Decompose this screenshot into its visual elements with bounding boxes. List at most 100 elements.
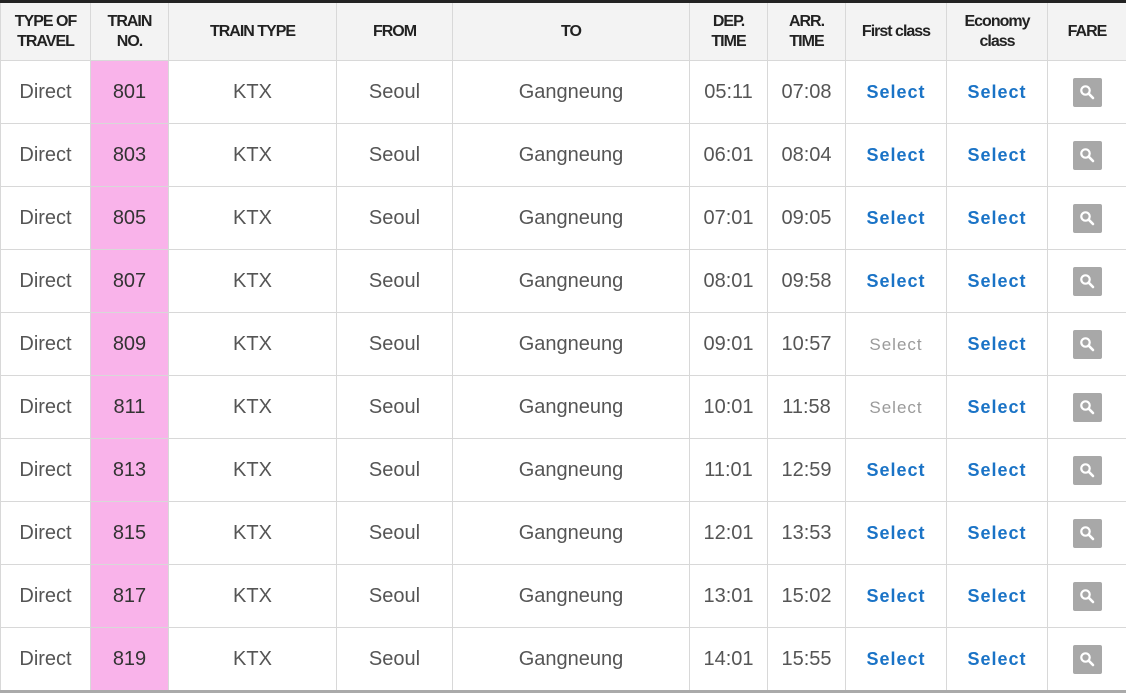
economy-class-select-button[interactable]: Select xyxy=(967,334,1026,355)
first-class-select-button: Select xyxy=(869,334,923,354)
train-no: 803 xyxy=(90,123,169,187)
fare-cell xyxy=(1047,501,1126,565)
fare-button[interactable] xyxy=(1072,140,1102,170)
first-class-select-button[interactable]: Select xyxy=(866,82,925,103)
dep-time: 05:11 xyxy=(689,60,768,124)
fare-cell xyxy=(1047,564,1126,628)
type-of-travel: Direct xyxy=(0,186,91,250)
to-station: Gangneung xyxy=(452,627,690,693)
col-first-class: First class xyxy=(845,1,947,61)
economy-class-select-button[interactable]: Select xyxy=(967,271,1026,292)
arr-time: 09:58 xyxy=(767,249,846,313)
fare-cell xyxy=(1047,60,1126,124)
from-station: Seoul xyxy=(336,186,453,250)
arr-time: 07:08 xyxy=(767,60,846,124)
from-station: Seoul xyxy=(336,249,453,313)
magnifier-icon xyxy=(1079,462,1094,477)
fare-button[interactable] xyxy=(1072,518,1102,548)
magnifier-icon xyxy=(1079,273,1094,288)
magnifier-icon xyxy=(1079,651,1094,666)
fare-cell xyxy=(1047,627,1126,693)
type-of-travel: Direct xyxy=(0,312,91,376)
from-station: Seoul xyxy=(336,627,453,693)
first-class-cell: Select xyxy=(845,249,947,313)
first-class-select-button[interactable]: Select xyxy=(866,649,925,670)
train-no: 819 xyxy=(90,627,169,693)
arr-time: 09:05 xyxy=(767,186,846,250)
train-no: 809 xyxy=(90,312,169,376)
first-class-select-button[interactable]: Select xyxy=(866,145,925,166)
to-station: Gangneung xyxy=(452,438,690,502)
first-class-select-button[interactable]: Select xyxy=(866,586,925,607)
fare-cell xyxy=(1047,123,1126,187)
economy-class-cell: Select xyxy=(946,186,1048,250)
fare-button[interactable] xyxy=(1072,329,1102,359)
first-class-select-button[interactable]: Select xyxy=(866,460,925,481)
fare-button[interactable] xyxy=(1072,266,1102,296)
economy-class-select-button[interactable]: Select xyxy=(967,460,1026,481)
fare-button[interactable] xyxy=(1072,392,1102,422)
dep-time: 11:01 xyxy=(689,438,768,502)
train-type: KTX xyxy=(168,438,337,502)
col-dep-time: DEP. TIME xyxy=(689,1,768,61)
economy-class-select-button[interactable]: Select xyxy=(967,208,1026,229)
first-class-cell: Select xyxy=(845,186,947,250)
from-station: Seoul xyxy=(336,438,453,502)
economy-class-cell: Select xyxy=(946,501,1048,565)
first-class-cell: Select xyxy=(845,375,947,439)
fare-cell xyxy=(1047,312,1126,376)
train-type: KTX xyxy=(168,312,337,376)
first-class-cell: Select xyxy=(845,501,947,565)
fare-button[interactable] xyxy=(1072,455,1102,485)
dep-time: 09:01 xyxy=(689,312,768,376)
fare-button[interactable] xyxy=(1072,203,1102,233)
fare-button[interactable] xyxy=(1072,581,1102,611)
dep-time: 13:01 xyxy=(689,564,768,628)
economy-class-cell: Select xyxy=(946,123,1048,187)
to-station: Gangneung xyxy=(452,564,690,628)
first-class-select-button[interactable]: Select xyxy=(866,271,925,292)
economy-class-select-button[interactable]: Select xyxy=(967,82,1026,103)
table-row: Direct 811 KTX Seoul Gangneung 10:01 11:58 Sele… xyxy=(0,375,1126,439)
fare-button[interactable] xyxy=(1072,644,1102,674)
train-no: 805 xyxy=(90,186,169,250)
economy-class-select-button[interactable]: Select xyxy=(967,523,1026,544)
dep-time: 07:01 xyxy=(689,186,768,250)
arr-time: 10:57 xyxy=(767,312,846,376)
economy-class-cell: Select xyxy=(946,312,1048,376)
first-class-select-button[interactable]: Select xyxy=(866,523,925,544)
header-row: TYPE OF TRAVEL TRAIN NO. TRAIN TYPE FROM… xyxy=(0,1,1126,61)
economy-class-cell: Select xyxy=(946,564,1048,628)
magnifier-icon xyxy=(1079,399,1094,414)
arr-time: 15:02 xyxy=(767,564,846,628)
to-station: Gangneung xyxy=(452,249,690,313)
fare-button[interactable] xyxy=(1072,77,1102,107)
from-station: Seoul xyxy=(336,564,453,628)
economy-class-cell: Select xyxy=(946,60,1048,124)
col-train-type: TRAIN TYPE xyxy=(168,1,337,61)
train-type: KTX xyxy=(168,375,337,439)
fare-cell xyxy=(1047,249,1126,313)
train-no: 817 xyxy=(90,564,169,628)
train-schedule: TYPE OF TRAVEL TRAIN NO. TRAIN TYPE FROM… xyxy=(0,0,1126,694)
schedule-table: TYPE OF TRAVEL TRAIN NO. TRAIN TYPE FROM… xyxy=(0,0,1126,693)
train-no: 815 xyxy=(90,501,169,565)
dep-time: 14:01 xyxy=(689,627,768,693)
table-row: Direct 807 KTX Seoul Gangneung 08:01 09:58 Sele… xyxy=(0,249,1126,313)
table-row: Direct 803 KTX Seoul Gangneung 06:01 08:04 Sele… xyxy=(0,123,1126,187)
economy-class-select-button[interactable]: Select xyxy=(967,397,1026,418)
economy-class-select-button[interactable]: Select xyxy=(967,586,1026,607)
type-of-travel: Direct xyxy=(0,375,91,439)
first-class-cell: Select xyxy=(845,123,947,187)
train-no: 801 xyxy=(90,60,169,124)
train-no: 811 xyxy=(90,375,169,439)
first-class-select-button[interactable]: Select xyxy=(866,208,925,229)
fare-cell xyxy=(1047,375,1126,439)
first-class-cell: Select xyxy=(845,564,947,628)
fare-cell xyxy=(1047,186,1126,250)
dep-time: 08:01 xyxy=(689,249,768,313)
table-row: Direct 805 KTX Seoul Gangneung 07:01 09:05 Sele… xyxy=(0,186,1126,250)
economy-class-select-button[interactable]: Select xyxy=(967,649,1026,670)
economy-class-select-button[interactable]: Select xyxy=(967,145,1026,166)
type-of-travel: Direct xyxy=(0,438,91,502)
